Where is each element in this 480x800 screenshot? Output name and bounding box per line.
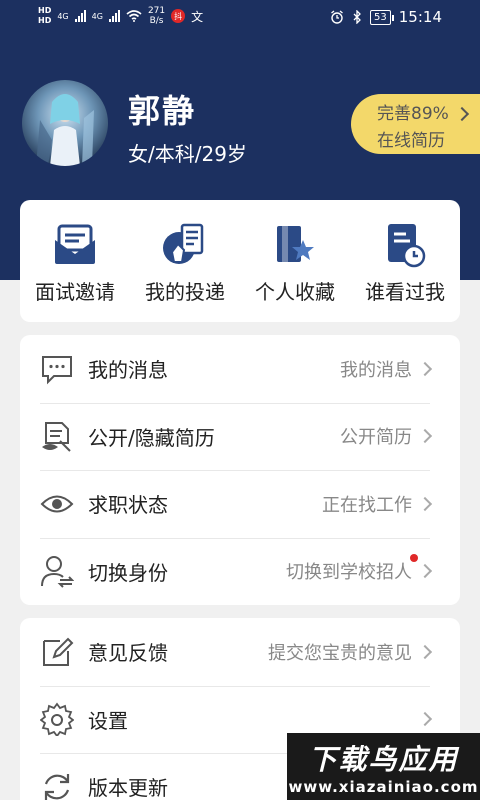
menu-item-label: 公开/隐藏简历 [88, 425, 215, 450]
sim2-label: HD [38, 16, 52, 25]
quick-action-who-viewed-me[interactable]: 谁看过我 [350, 200, 460, 322]
battery-indicator: 53 [370, 9, 394, 25]
bluetooth-icon [353, 10, 361, 24]
menu-item-value: 提交您宝贵的意见 [268, 642, 412, 664]
menu-item-label: 求职状态 [88, 493, 168, 518]
edit-icon [40, 635, 74, 669]
alarm-icon [331, 10, 343, 24]
resume-toggle-icon [40, 419, 74, 453]
watermark-logo: 下载鸟应用 www.xiazainiao.com [287, 733, 480, 800]
signal-1-icon [74, 10, 86, 22]
net-speed: 271 B/s [148, 6, 165, 26]
user-switch-icon [40, 554, 74, 588]
quick-action-favorites[interactable]: 个人收藏 [240, 200, 350, 322]
refresh-icon [40, 770, 74, 800]
menu-item-value: 公开简历 [340, 427, 412, 449]
chevron-right-icon [417, 712, 433, 727]
online-resume-label: 在线简历 [377, 131, 445, 151]
speed-value: 271 [147, 6, 166, 16]
sim-indicator: HD HD [38, 6, 51, 26]
quick-action-label: 我的投递 [145, 280, 225, 304]
envelope-icon [55, 224, 95, 264]
menu-item-label: 我的消息 [88, 358, 168, 383]
wifi-icon [126, 10, 142, 22]
network-label-2: 4G [91, 11, 103, 21]
speed-unit: B/s [149, 16, 164, 26]
menu-item-switch-identity[interactable]: 切换身份 切换到学校招人 [20, 537, 460, 606]
menu-item-value-text: 切换到学校招人 [286, 562, 412, 584]
gear-icon [40, 702, 74, 737]
watermark-title: 下载鸟应用 [308, 742, 459, 776]
app-notification-icon: 抖 [171, 9, 186, 23]
menu-item-value: 我的消息 [340, 359, 412, 381]
book-star-icon [277, 226, 314, 262]
menu-item-label: 意见反馈 [88, 641, 168, 666]
menu-item-resume-visibility[interactable]: 公开/隐藏简历 公开简历 [20, 402, 460, 471]
chevron-right-icon [417, 429, 433, 444]
quick-action-label: 谁看过我 [365, 280, 445, 304]
primary-menu-card: 我的消息 我的消息 公开/隐藏简历 公开简历 求职状态 正在找工作 切换身份 切… [20, 335, 460, 605]
user-subtitle: 女/本科/29岁 [128, 142, 247, 166]
menu-item-job-status[interactable]: 求职状态 正在找工作 [20, 470, 460, 538]
document-clock-icon [388, 224, 426, 268]
signal-2-icon [108, 10, 120, 22]
menu-item-my-messages[interactable]: 我的消息 我的消息 [20, 335, 460, 403]
network-label-1: 4G [57, 11, 69, 21]
quick-actions-card: 面试邀请 我的投递 个人收藏 谁看过我 [20, 200, 460, 322]
menu-item-label: 设置 [88, 708, 128, 733]
chevron-right-icon [417, 361, 433, 376]
menu-item-feedback[interactable]: 意见反馈 提交您宝贵的意见 [20, 618, 460, 686]
avatar-figure-icon [36, 94, 94, 166]
input-method-icon: 文 [191, 9, 204, 24]
clock: 15:14 [398, 8, 442, 26]
status-bar: HD HD 4G 4G 271 B/s 抖 文 53 15:14 [0, 0, 480, 36]
resume-hand-icon [163, 223, 204, 264]
chevron-right-icon [417, 496, 433, 511]
chevron-right-icon [417, 644, 433, 659]
completion-percent-label: 完善89% [377, 104, 449, 124]
watermark-url: www.xiazainiao.com [288, 777, 479, 796]
chevron-right-icon [417, 564, 433, 579]
quick-action-my-applications[interactable]: 我的投递 [130, 200, 240, 322]
complete-resume-button[interactable]: 完善89% 在线简历 [351, 94, 480, 154]
menu-item-value: 正在找工作 [322, 494, 412, 516]
menu-item-value: 切换到学校招人 [286, 554, 418, 584]
status-eye-icon [40, 487, 74, 521]
avatar[interactable] [22, 80, 108, 166]
user-name: 郭静 [128, 92, 197, 130]
notification-dot [410, 554, 418, 563]
menu-item-label: 切换身份 [88, 560, 168, 585]
quick-action-label: 面试邀请 [35, 280, 115, 304]
quick-action-label: 个人收藏 [255, 280, 335, 304]
quick-action-interview-invites[interactable]: 面试邀请 [20, 200, 130, 322]
chevron-right-icon [454, 106, 469, 122]
sim1-label: HD [38, 6, 52, 15]
message-bubble-icon [40, 352, 74, 386]
